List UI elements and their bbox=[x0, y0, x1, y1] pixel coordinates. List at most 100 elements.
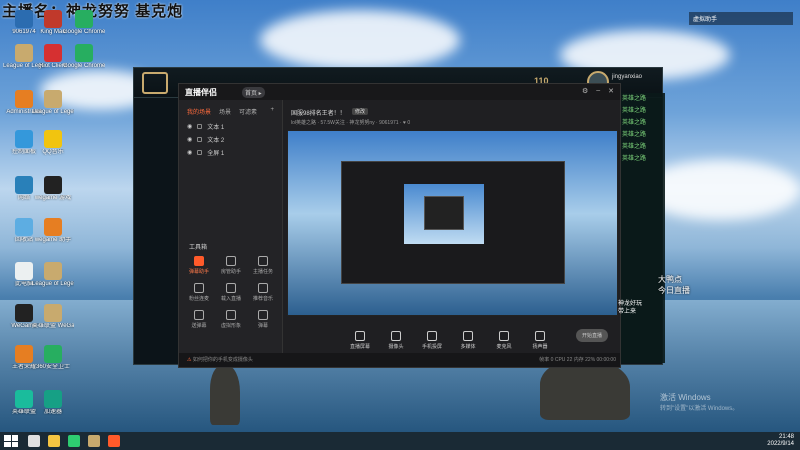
streamer-companion-window[interactable]: 直播伴侣 首页 ▸ ⚙ – ✕ 我的场景 场景 可滤素 + ◉ 文本 1 ◉ 文本 … bbox=[178, 83, 621, 368]
desktop-icon[interactable]: 加速器 bbox=[32, 390, 74, 416]
scene-item[interactable]: ◉ 文本 1 bbox=[179, 120, 282, 133]
lock-icon[interactable] bbox=[197, 137, 203, 142]
chat-message: 英雄之路 bbox=[622, 120, 647, 126]
desktop-icon[interactable]: 360安全卫士 bbox=[32, 345, 74, 371]
lock-icon[interactable] bbox=[197, 124, 203, 129]
app-icon[interactable] bbox=[75, 10, 93, 28]
title-bar[interactable]: 直播伴侣 首页 ▸ ⚙ – ✕ bbox=[179, 84, 620, 100]
app-icon[interactable] bbox=[44, 90, 62, 108]
edit-title-button[interactable]: 修改 bbox=[352, 108, 369, 115]
start-live-button[interactable]: 开始直播 bbox=[576, 329, 609, 342]
app-icon[interactable] bbox=[44, 390, 62, 408]
chat-panel: 英雄之路 英雄之路 英雄之路 英雄之路 英雄之路 英雄之路 bbox=[620, 93, 665, 363]
stream-preview[interactable] bbox=[287, 130, 618, 316]
toolbox-item[interactable]: 虚拟形象 bbox=[215, 310, 247, 329]
tool-icon bbox=[258, 310, 268, 320]
app-icon[interactable] bbox=[44, 130, 62, 148]
system-clock[interactable]: 21:48 2022/9/14 bbox=[767, 434, 794, 448]
source-button[interactable]: 多媒体 bbox=[455, 331, 481, 350]
app-icon[interactable] bbox=[15, 176, 33, 194]
app-icon[interactable] bbox=[44, 10, 62, 28]
home-badge[interactable]: 首页 ▸ bbox=[242, 87, 265, 98]
desktop-icon[interactable]: wegame 游戏 bbox=[32, 176, 74, 202]
tool-icon bbox=[194, 256, 204, 266]
status-metrics: 帧率 0 CPU 22 内存 22% 00:00:00 bbox=[539, 357, 616, 363]
tab-my-scene[interactable]: 我的场景 bbox=[187, 107, 211, 116]
toolbox-item[interactable]: 粉丝连麦 bbox=[183, 283, 215, 302]
source-button[interactable]: 麦克风 bbox=[491, 331, 517, 350]
eye-icon[interactable]: ◉ bbox=[187, 136, 192, 143]
desktop-icon[interactable]: QQ音乐 bbox=[32, 130, 74, 156]
app-icon[interactable] bbox=[44, 304, 62, 322]
source-icon bbox=[427, 331, 437, 341]
desktop-icon[interactable]: Google Chrome bbox=[63, 44, 105, 70]
desktop-icon[interactable]: League of Legends bbox=[32, 90, 74, 116]
desktop-icon-label: 加速器 bbox=[43, 409, 62, 415]
desktop-icon-label: League of Legends bbox=[32, 281, 74, 287]
eye-icon[interactable]: ◉ bbox=[187, 123, 192, 130]
browser-icon[interactable] bbox=[68, 435, 80, 447]
desktop-icon[interactable]: 英雄联盟 WeGame版 bbox=[32, 304, 74, 330]
lock-icon[interactable] bbox=[197, 150, 203, 155]
nested-preview-inner bbox=[404, 184, 484, 244]
toolbox-item[interactable]: 送弹幕 bbox=[183, 310, 215, 329]
desktop-icon[interactable]: wegame 助手 bbox=[32, 218, 74, 244]
taskbar: 21:48 2022/9/14 bbox=[0, 432, 800, 450]
app-icon[interactable] bbox=[15, 44, 33, 62]
app-icon[interactable] bbox=[15, 345, 33, 363]
toolbox-item[interactable]: 载入直播 bbox=[215, 283, 247, 302]
app-icon[interactable] bbox=[15, 10, 33, 28]
minimize-icon[interactable]: – bbox=[596, 87, 600, 95]
lol-taskbar-icon[interactable] bbox=[88, 435, 100, 447]
add-icon[interactable]: + bbox=[270, 107, 274, 116]
activation-watermark: 激活 Windows bbox=[660, 393, 711, 402]
app-icon[interactable] bbox=[15, 390, 33, 408]
app-icon[interactable] bbox=[44, 345, 62, 363]
desktop-icon-label: wegame 助手 bbox=[34, 237, 72, 243]
desktop-icon[interactable]: Google Chrome bbox=[63, 10, 105, 36]
desktop-icon[interactable]: League of Legends bbox=[32, 262, 74, 288]
rock bbox=[540, 360, 630, 420]
source-button[interactable]: 手机投屏 bbox=[419, 331, 445, 350]
assistant-window-title[interactable]: 虚拟助手 bbox=[689, 12, 793, 25]
source-button[interactable]: 扬声器 bbox=[527, 331, 553, 350]
tool-icon bbox=[226, 283, 236, 293]
source-button[interactable]: 直播屏幕 bbox=[347, 331, 373, 350]
lol-logo-icon[interactable] bbox=[142, 72, 168, 94]
toolbox-item[interactable]: 推荐音乐 bbox=[247, 283, 279, 302]
desktop-icon-label: 英雄联盟 WeGame版 bbox=[32, 323, 74, 329]
app-icon[interactable] bbox=[75, 44, 93, 62]
windows-start-icon[interactable] bbox=[4, 435, 18, 447]
app-icon[interactable] bbox=[15, 90, 33, 108]
app-icon[interactable] bbox=[44, 176, 62, 194]
scene-item[interactable]: ◉ 全屏 1 bbox=[179, 146, 282, 159]
left-panel: 我的场景 场景 可滤素 + ◉ 文本 1 ◉ 文本 2 ◉ 全屏 1 工具箱 弹幕助手… bbox=[179, 100, 283, 353]
app-icon[interactable] bbox=[44, 262, 62, 280]
app-icon[interactable] bbox=[15, 304, 33, 322]
tab-filter[interactable]: 可滤素 bbox=[239, 107, 257, 116]
folder-icon[interactable] bbox=[48, 435, 60, 447]
file-explorer-icon[interactable] bbox=[28, 435, 40, 447]
chat-message: 英雄之路 bbox=[622, 108, 647, 114]
eye-icon[interactable]: ◉ bbox=[187, 149, 192, 156]
settings-icon[interactable]: ⚙ bbox=[582, 87, 588, 95]
app-icon[interactable] bbox=[15, 130, 33, 148]
source-icon bbox=[535, 331, 545, 341]
toolbox-item[interactable]: 弹幕助手 bbox=[183, 256, 215, 275]
status-hint[interactable]: 如何把你的手机变成摄像头 bbox=[193, 357, 253, 363]
source-icon bbox=[463, 331, 473, 341]
app-icon[interactable] bbox=[44, 44, 62, 62]
streamer-taskbar-icon[interactable] bbox=[108, 435, 120, 447]
scene-item[interactable]: ◉ 文本 2 bbox=[179, 133, 282, 146]
toolbox-item[interactable]: 主播任务 bbox=[247, 256, 279, 275]
toolbox-item[interactable]: 弹幕 bbox=[247, 310, 279, 329]
tab-scene[interactable]: 场景 bbox=[219, 107, 231, 116]
toolbox-item[interactable]: 房管助手 bbox=[215, 256, 247, 275]
app-icon[interactable] bbox=[44, 218, 62, 236]
app-icon[interactable] bbox=[15, 262, 33, 280]
close-icon[interactable]: ✕ bbox=[608, 87, 614, 95]
app-icon[interactable] bbox=[15, 218, 33, 236]
source-bar: 直播屏幕 摄像头 手机投屏 多媒体 麦克风 扬声器 bbox=[287, 320, 618, 350]
tool-label: 主播任务 bbox=[252, 269, 273, 275]
source-button[interactable]: 摄像头 bbox=[383, 331, 409, 350]
